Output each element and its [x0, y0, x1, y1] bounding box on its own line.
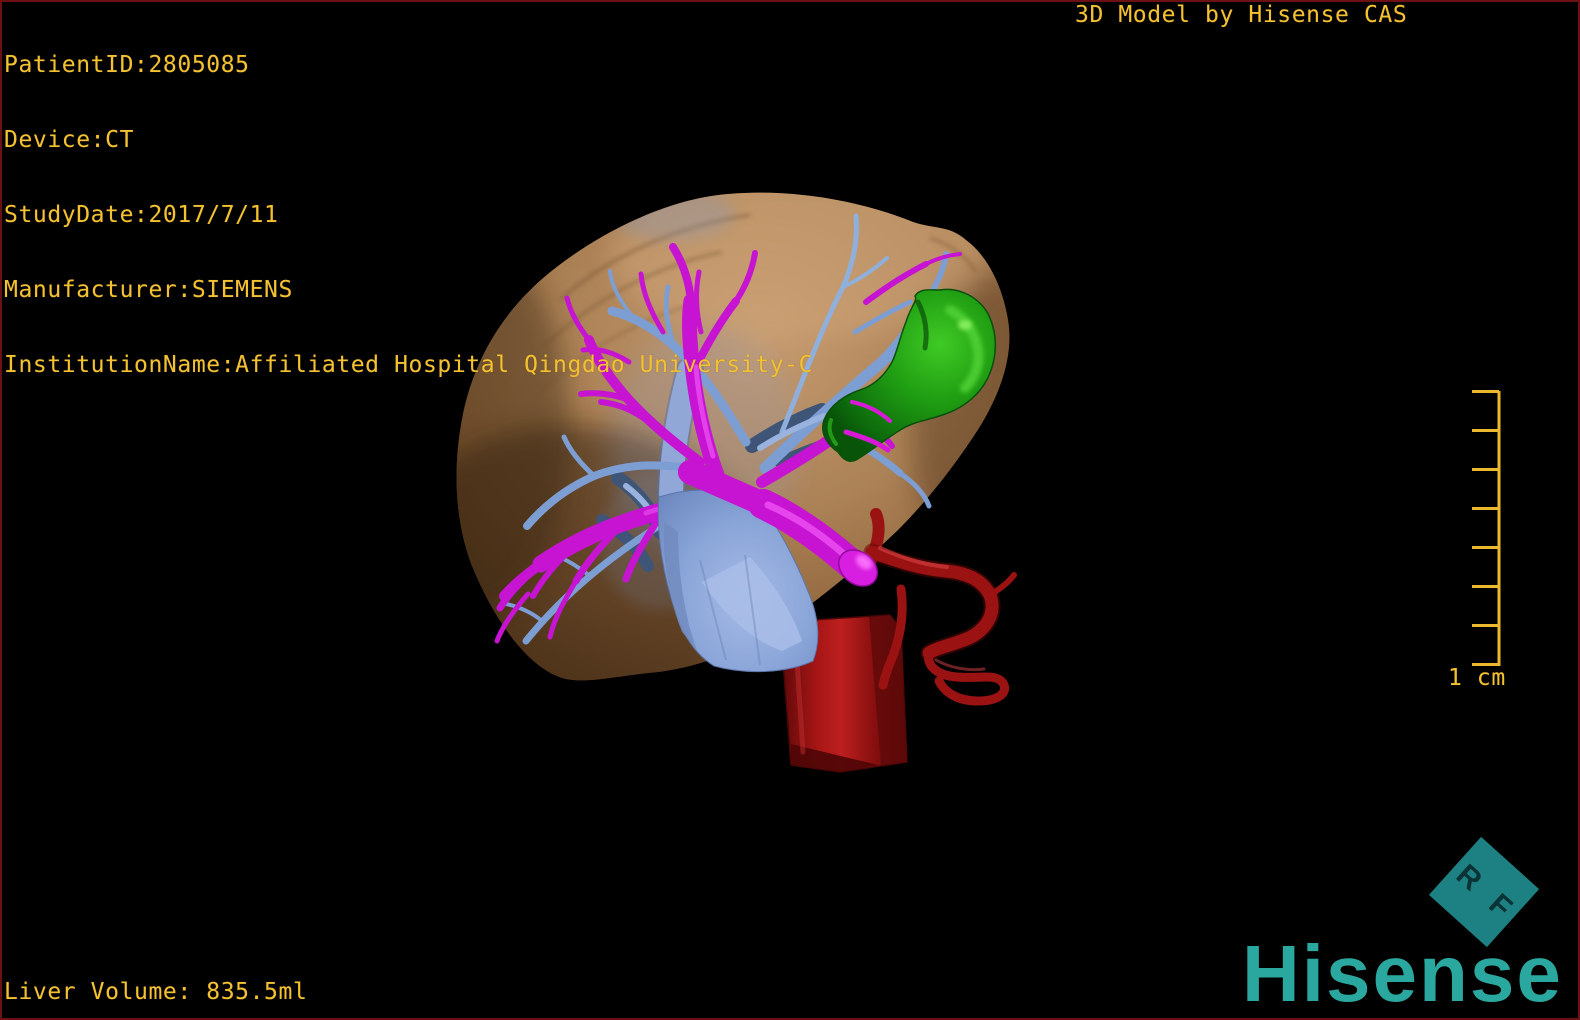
- manufacturer-text: Manufacturer:SIEMENS: [4, 277, 293, 303]
- device-text: Device:CT: [4, 127, 135, 153]
- liver-volume-text: Liver Volume: 835.5ml: [4, 979, 308, 1005]
- patient-info-block: PatientID:2805085 Device:CT StudyDate:20…: [4, 3, 813, 428]
- viewer-title: 3D Model by Hisense CAS: [1075, 2, 1408, 28]
- scale-bar-ruler: [1472, 390, 1501, 666]
- scale-bar-label: 1 cm: [1448, 665, 1506, 691]
- study-date-text: StudyDate:2017/7/11: [4, 202, 279, 228]
- patient-id-text: PatientID:2805085: [4, 52, 250, 78]
- cas-3d-viewer-window: PatientID:2805085 Device:CT StudyDate:20…: [0, 0, 1580, 1020]
- hisense-wordmark-logo: Hisense: [1242, 929, 1563, 1018]
- scale-bar: [1472, 390, 1501, 666]
- institution-text: InstitutionName:Affiliated Hospital Qing…: [4, 352, 814, 378]
